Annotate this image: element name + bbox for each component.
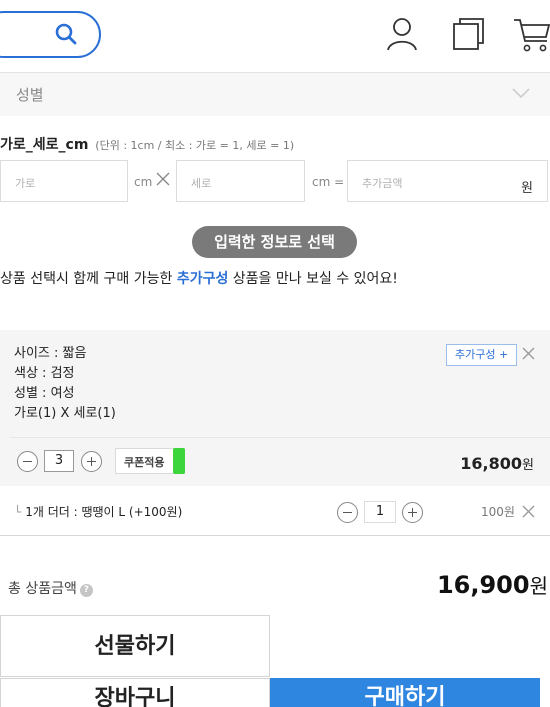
size-input-title: 가로_세로_cm (단위 : 1cm / 최소 : 가로 = 1, 세로 = 1… (0, 134, 294, 154)
addon-badge-button[interactable]: 추가구성 + (446, 344, 518, 366)
user-icon[interactable] (386, 17, 418, 51)
addon-quantity-input[interactable]: 1 (364, 501, 396, 523)
extra-price-placeholder: 추가금액 (362, 177, 403, 190)
total-price-value: 16,900 (436, 571, 530, 599)
option-price-value: 16,800 (460, 454, 523, 473)
search-input[interactable] (0, 11, 101, 58)
option-line-dimensions: 가로(1) X 세로(1) (14, 406, 116, 421)
option-line-color: 색상 : 검정 (14, 366, 75, 381)
addon-item-row: └ 1개 더더 : 땡땡이 L (+100원) 1 100원 (0, 486, 550, 536)
selected-option-box: 사이즈 : 짧음 색상 : 검정 성별 : 여성 가로(1) X 세로(1) 추… (0, 330, 550, 486)
branch-icon: └ (14, 505, 22, 519)
width-input[interactable]: 가로 (0, 160, 128, 202)
coupon-apply-button[interactable]: 쿠폰적용 (115, 448, 185, 474)
unit-cm-equals-label: cm = (312, 175, 345, 189)
buy-button[interactable]: 구매하기 (270, 678, 540, 707)
addon-item-price: 100원 (481, 505, 515, 519)
addon-item-label: 1개 더더 : 땡땡이 L (+100원) (25, 505, 183, 519)
option-line-gender: 성별 : 여성 (14, 386, 75, 401)
coupon-toggle[interactable] (173, 448, 185, 474)
add-to-cart-button[interactable]: 장바구니 (0, 678, 270, 707)
notice-text-end: 상품을 만나 보실 수 있어요! (228, 271, 398, 287)
total-price-unit: 원 (529, 574, 548, 598)
extra-price-field: 추가금액 원 (347, 160, 548, 202)
quantity-increase-button[interactable] (81, 451, 102, 472)
search-icon[interactable] (55, 23, 77, 45)
total-price: 16,900원 (437, 570, 548, 599)
recent-icon[interactable] (452, 17, 486, 51)
addon-quantity-increase-button[interactable] (402, 502, 423, 523)
gender-select[interactable]: 성별 (0, 72, 550, 116)
coupon-label: 쿠폰적용 (124, 456, 165, 469)
select-with-input-button[interactable]: 입력한 정보로 선택 (192, 226, 357, 258)
chevron-down-icon (512, 88, 530, 99)
option-price-unit: 원 (522, 458, 534, 473)
cart-icon[interactable] (513, 17, 550, 53)
size-input-label: 가로_세로_cm (0, 137, 89, 153)
addon-close-icon[interactable] (522, 505, 535, 518)
addon-item-name: └ 1개 더더 : 땡땡이 L (+100원) (14, 503, 182, 520)
option-price: 16,800원 (460, 454, 534, 473)
size-input-hint: (단위 : 1cm / 최소 : 가로 = 1, 세로 = 1) (95, 139, 295, 152)
option-summary: 사이즈 : 짧음 색상 : 검정 성별 : 여성 가로(1) X 세로(1) (14, 344, 116, 424)
quantity-decrease-button[interactable] (17, 451, 38, 472)
addon-notice: 상품 선택시 함께 구매 가능한 추가구성 상품을 만나 보실 수 있어요! (0, 268, 398, 288)
notice-text-start: 상품 선택시 함께 구매 가능한 (0, 271, 177, 287)
total-label-text: 총 상품금액 (8, 581, 77, 597)
height-input[interactable]: 세로 (176, 160, 305, 202)
divider (10, 437, 550, 438)
times-icon (156, 172, 170, 186)
total-price-label: 총 상품금액? (8, 578, 93, 598)
quantity-input[interactable]: 3 (44, 450, 74, 472)
unit-cm-label: cm (134, 175, 153, 189)
addon-quantity-decrease-button[interactable] (337, 502, 358, 523)
notice-accent: 추가구성 (176, 271, 229, 287)
gender-select-label: 성별 (16, 86, 44, 104)
option-line-size: 사이즈 : 짧음 (14, 346, 87, 361)
gift-button[interactable]: 선물하기 (0, 615, 270, 677)
won-label: 원 (521, 181, 533, 196)
header (0, 0, 550, 72)
close-icon[interactable] (522, 347, 535, 360)
help-icon[interactable]: ? (79, 584, 93, 597)
